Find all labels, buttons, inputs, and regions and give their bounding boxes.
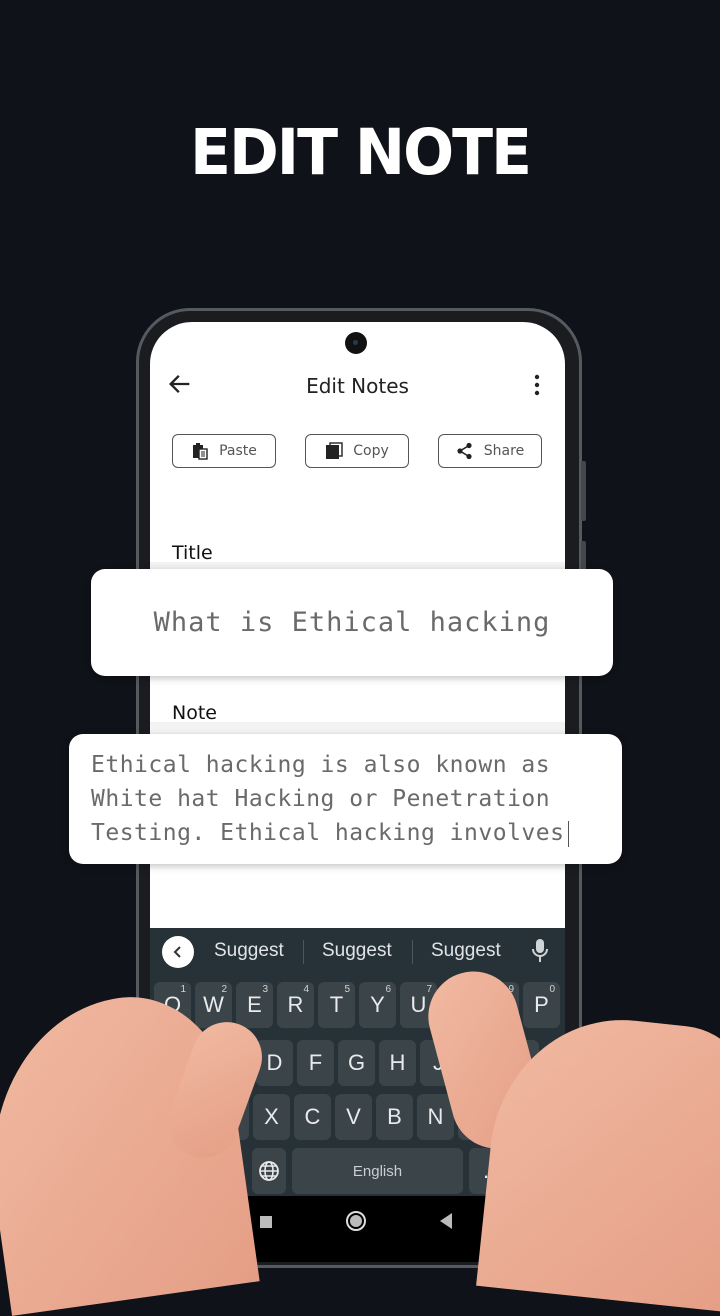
app-bar: Edit Notes	[150, 362, 565, 408]
suggestion-divider	[412, 940, 413, 964]
note-textarea[interactable]: Ethical hacking is also known as White h…	[69, 734, 622, 864]
key-g[interactable]: G	[338, 1040, 375, 1086]
suggestion-1[interactable]: Suggest	[214, 940, 284, 962]
key-c[interactable]: C	[294, 1094, 331, 1140]
space-key[interactable]: English	[292, 1148, 463, 1194]
text-cursor	[568, 820, 570, 847]
key-number-hint: 0	[549, 984, 555, 995]
title-value: What is Ethical hacking	[153, 607, 551, 638]
note-label: Note	[172, 702, 217, 724]
key-r[interactable]: R4	[277, 982, 314, 1028]
key-x[interactable]: X	[253, 1094, 290, 1140]
microphone-icon[interactable]	[531, 938, 549, 964]
globe-icon	[259, 1161, 279, 1181]
key-number-hint: 7	[426, 984, 432, 995]
recents-icon[interactable]	[260, 1216, 272, 1228]
key-f[interactable]: F	[297, 1040, 334, 1086]
key-label: P	[534, 992, 549, 1017]
suggestion-divider	[303, 940, 304, 964]
key-number-hint: 1	[180, 984, 186, 995]
promo-headline: EDIT NOTE	[0, 116, 720, 190]
clipboard-icon	[193, 443, 208, 460]
key-number-hint: 5	[344, 984, 350, 995]
more-vert-icon[interactable]	[533, 374, 541, 396]
key-label: U	[410, 992, 427, 1017]
key-label: W	[203, 992, 224, 1017]
front-camera	[345, 332, 367, 354]
copy-label: Copy	[353, 443, 389, 459]
key-y[interactable]: Y6	[359, 982, 396, 1028]
share-label: Share	[483, 443, 525, 459]
title-label: Title	[172, 542, 213, 564]
note-line: White hat Hacking or Penetration	[91, 786, 551, 812]
key-number-hint: 6	[385, 984, 391, 995]
share-icon	[457, 442, 472, 460]
copy-icon	[326, 442, 343, 459]
home-icon[interactable]	[346, 1211, 366, 1231]
key-number-hint: 4	[303, 984, 309, 995]
language-key[interactable]	[252, 1148, 286, 1194]
key-b[interactable]: B	[376, 1094, 413, 1140]
suggestion-bar: Suggest Suggest Suggest	[150, 928, 565, 974]
key-label: Y	[370, 992, 385, 1017]
action-toolbar: Paste Copy Share	[172, 434, 542, 468]
key-p[interactable]: P0	[523, 982, 560, 1028]
note-line: Testing. Ethical hacking involves	[91, 820, 565, 846]
phone-side-button	[581, 461, 586, 521]
title-input[interactable]: What is Ethical hacking	[91, 569, 613, 676]
key-h[interactable]: H	[379, 1040, 416, 1086]
key-number-hint: 2	[221, 984, 227, 995]
paste-button[interactable]: Paste	[172, 434, 276, 468]
key-label: E	[247, 992, 262, 1017]
chevron-left-icon[interactable]	[162, 936, 194, 968]
key-label: T	[329, 992, 344, 1017]
note-line: Ethical hacking is also known as	[91, 752, 551, 778]
key-t[interactable]: T5	[318, 982, 355, 1028]
paste-label: Paste	[219, 443, 257, 459]
key-v[interactable]: V	[335, 1094, 372, 1140]
key-e[interactable]: E3	[236, 982, 273, 1028]
copy-button[interactable]: Copy	[305, 434, 409, 468]
space-label: English	[352, 1162, 403, 1180]
share-button[interactable]: Share	[438, 434, 542, 468]
page-title: Edit Notes	[306, 374, 409, 398]
key-label: R	[287, 992, 304, 1017]
back-triangle-icon[interactable]	[440, 1213, 452, 1229]
suggestion-3[interactable]: Suggest	[431, 940, 501, 962]
key-number-hint: 3	[262, 984, 268, 995]
suggestion-2[interactable]: Suggest	[322, 940, 392, 962]
headline-text: EDIT NOTE	[189, 116, 532, 190]
